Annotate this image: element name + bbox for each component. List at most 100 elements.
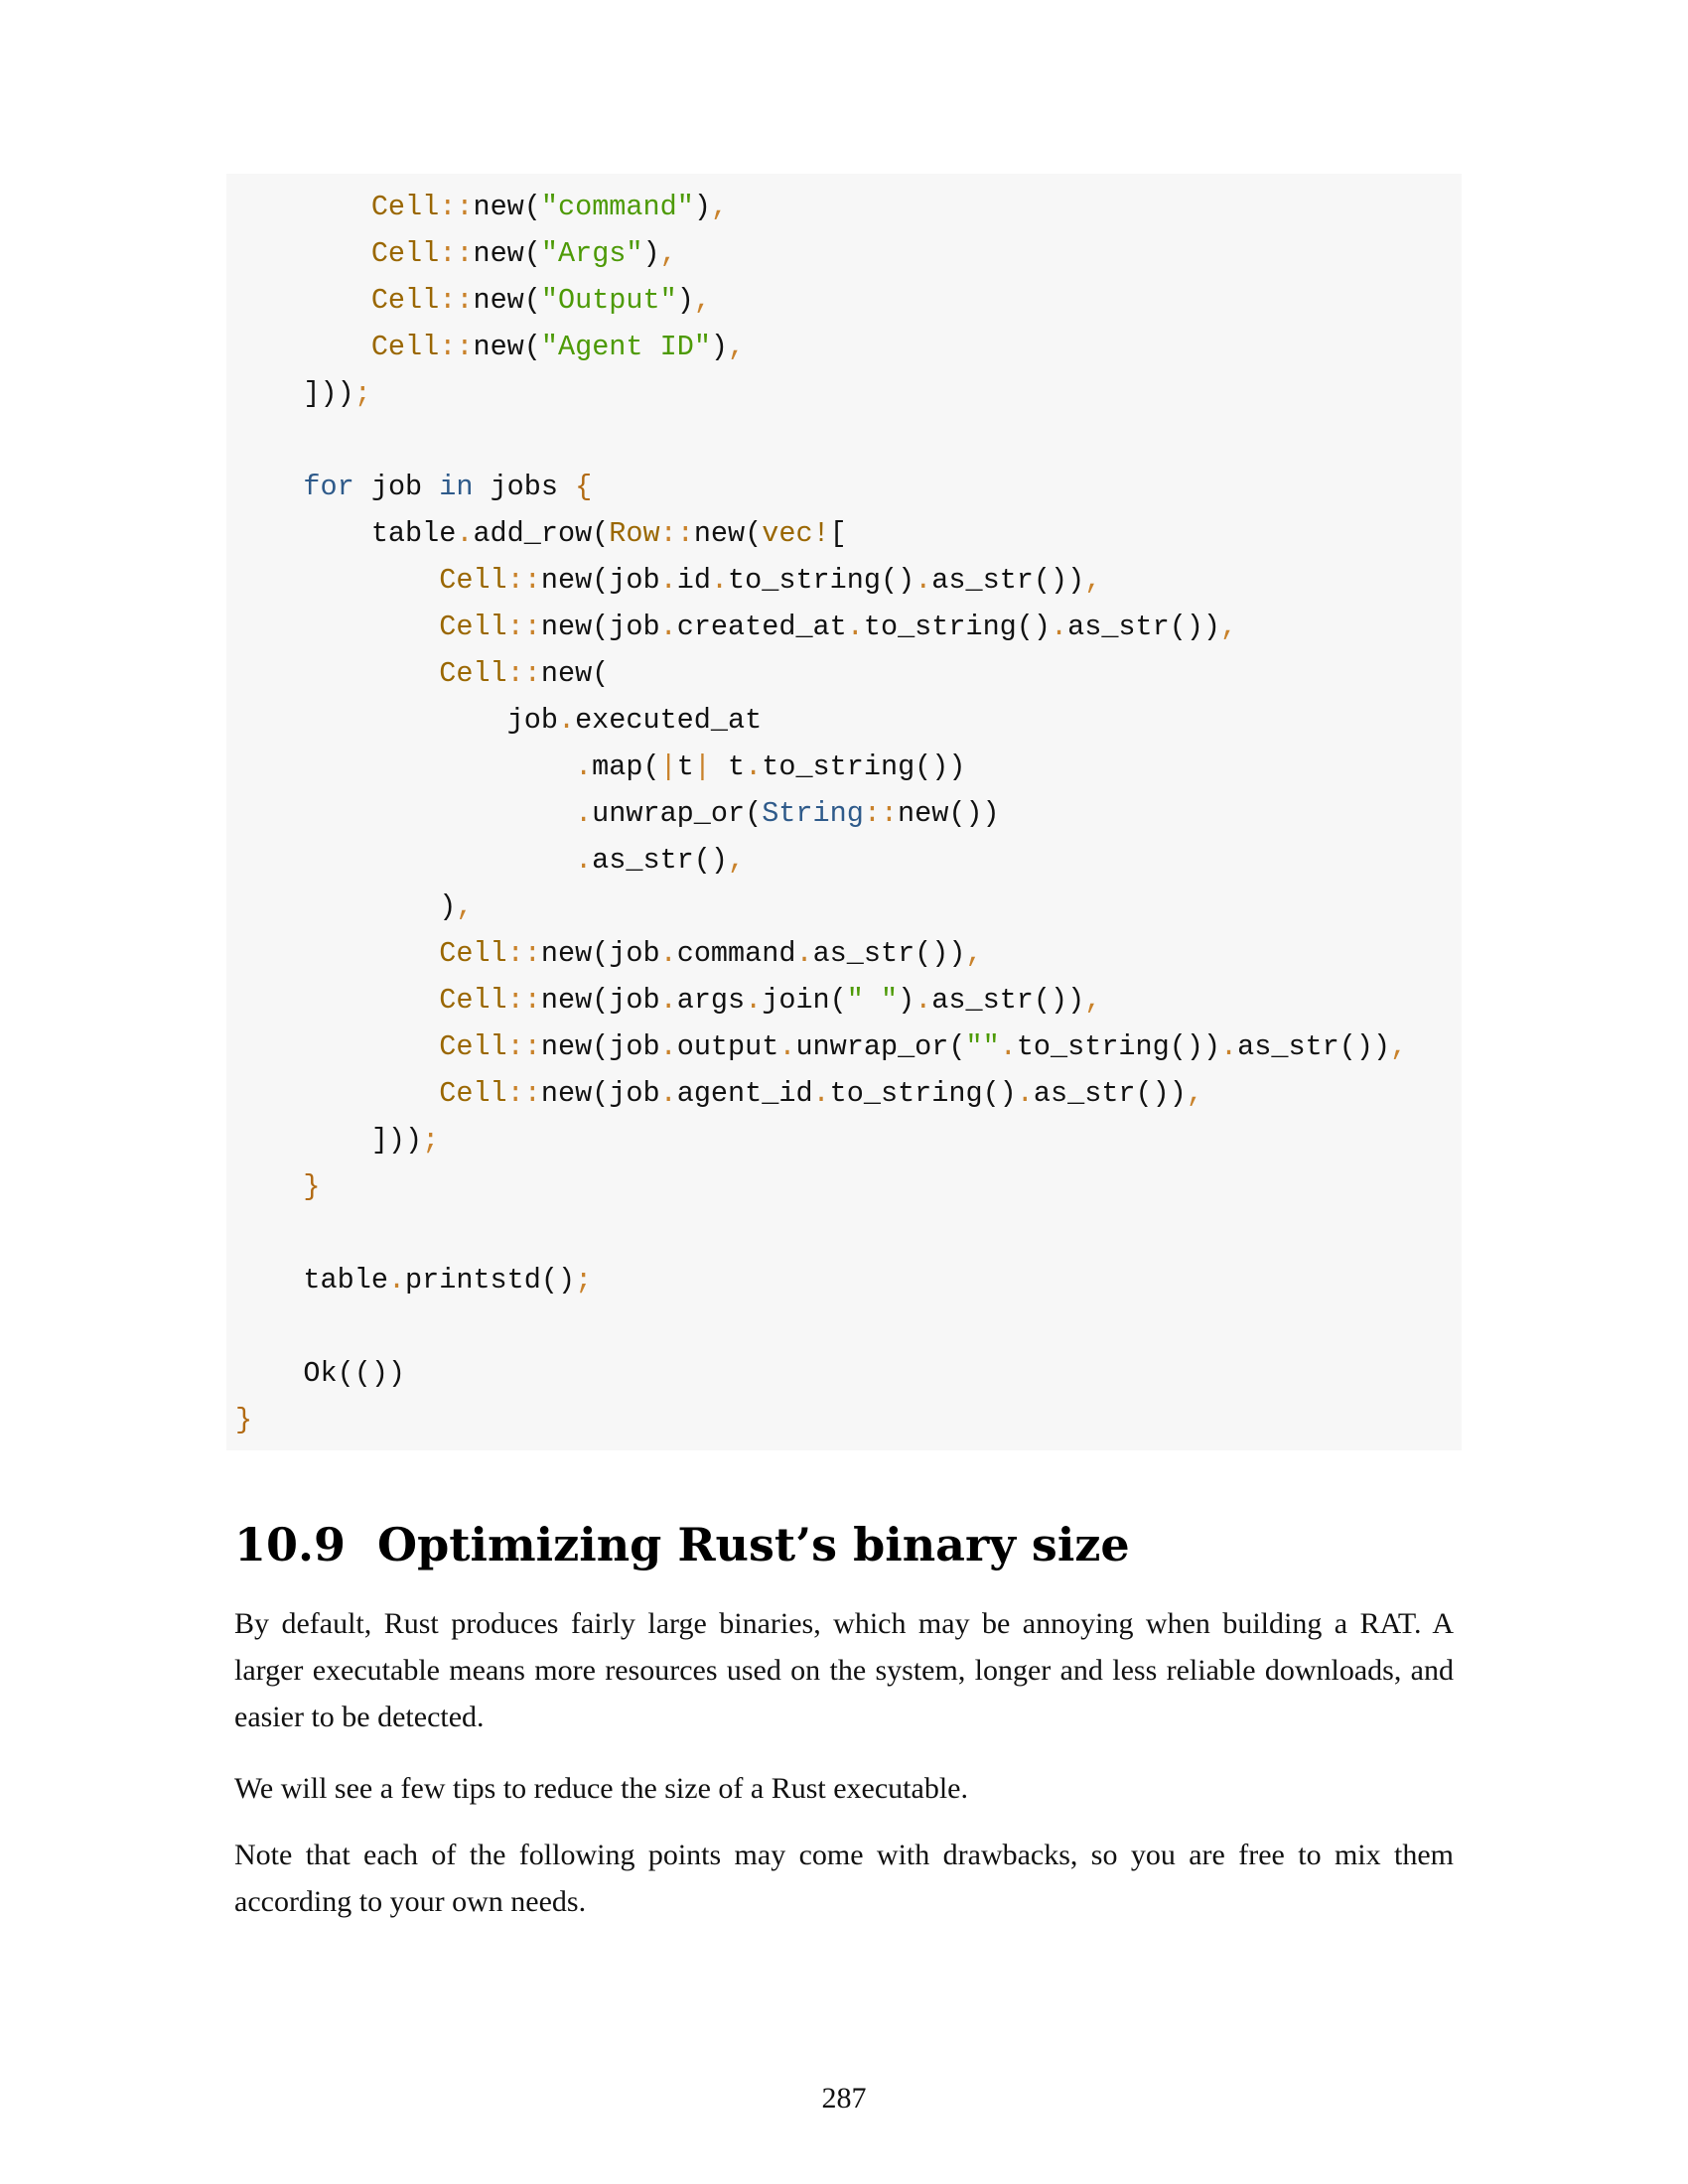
code-token: to_string()) [1016,1030,1221,1063]
code-token: . [575,797,593,830]
code-token: for [303,471,354,503]
code-token: Cell [439,937,507,970]
code-line: for job in jobs { [235,464,1462,510]
code-token: ; [422,1124,440,1157]
code-token: command [676,937,796,970]
code-token: as_str()) [931,564,1085,597]
section-heading: 10.9 Optimizing Rust’s binary size [234,1517,1130,1572]
code-block: Cell::new("command"), Cell::new("Args"),… [226,174,1462,1450]
code-token: :: [506,984,541,1017]
code-token: . [710,564,729,597]
code-token: table [235,517,457,550]
code-token: { [575,471,593,503]
code-token: unwrap_or( [592,797,763,830]
code-token: [ [829,517,847,550]
code-token: ; [575,1264,593,1297]
code-token: as_str()) [1067,611,1221,643]
code-token: :: [863,797,899,830]
code-token: created_at [676,611,847,643]
code-line: Cell::new("Output"), [235,277,1462,324]
code-token: job [353,471,440,503]
code-token: Ok(()) [235,1357,406,1390]
code-token: :: [659,517,694,550]
code-token: as_str()) [1237,1030,1391,1063]
code-line: Cell::new( [235,650,1462,697]
code-token: . [659,1030,677,1063]
code-line: .as_str(), [235,837,1462,884]
code-token: add_row( [473,517,610,550]
code-line: Cell::new(job.command.as_str()), [235,930,1462,977]
code-token: new( [540,657,610,690]
code-token: , [1084,984,1102,1017]
code-token: :: [506,1030,541,1063]
code-token: t [676,751,694,783]
code-token: . [745,984,763,1017]
code-line: .map(|t| t.to_string()) [235,744,1462,790]
code-token: as_str()) [812,937,966,970]
code-token: executed_at [575,704,763,737]
code-token: vec! [762,517,830,550]
code-token: as_str()) [931,984,1085,1017]
code-token: , [456,890,474,923]
code-token: Cell [439,657,507,690]
code-token: t [710,751,746,783]
code-token: agent_id [676,1077,813,1110]
code-token: new( [473,284,541,317]
code-token: | [693,751,711,783]
code-token: :: [439,331,474,363]
code-token: :: [439,284,474,317]
code-token: :: [506,564,541,597]
code-token: to_string() [728,564,915,597]
code-token: , [728,331,746,363]
code-token: ])) [235,377,354,410]
code-token: :: [506,937,541,970]
code-token: new( [693,517,763,550]
code-token: ) [710,331,729,363]
code-token: "Output" [540,284,677,317]
code-token: } [235,1404,253,1436]
code-line: table.add_row(Row::new(vec![ [235,510,1462,557]
code-token: . [999,1030,1017,1063]
code-token: Cell [439,1030,507,1063]
code-token: , [1390,1030,1408,1063]
code-line: Ok(()) [235,1350,1462,1397]
code-token: id [676,564,711,597]
code-token: "Agent ID" [540,331,711,363]
code-token: ) [693,191,711,223]
code-token: . [659,937,677,970]
code-token: new( [473,237,541,270]
code-token: . [659,1077,677,1110]
code-line: ])); [235,370,1462,417]
code-token: new( [473,191,541,223]
code-token: . [659,611,677,643]
code-token: . [575,751,593,783]
code-token: :: [506,657,541,690]
code-token: args [676,984,746,1017]
code-token: :: [506,611,541,643]
code-token: Cell [439,1077,507,1110]
code-line: Cell::new(job.agent_id.to_string().as_st… [235,1070,1462,1117]
code-token: jobs [473,471,576,503]
code-token: "" [965,1030,1000,1063]
page-number: 287 [821,2082,867,2115]
code-token: . [1016,1077,1034,1110]
code-token: :: [439,191,474,223]
code-token: new(job [540,937,660,970]
code-token: Cell [439,611,507,643]
code-token: ) [235,890,457,923]
code-token: , [1084,564,1102,597]
code-token: String [762,797,864,830]
code-line: Cell::new("Agent ID"), [235,324,1462,370]
code-token: } [303,1170,321,1203]
code-token: , [965,937,983,970]
